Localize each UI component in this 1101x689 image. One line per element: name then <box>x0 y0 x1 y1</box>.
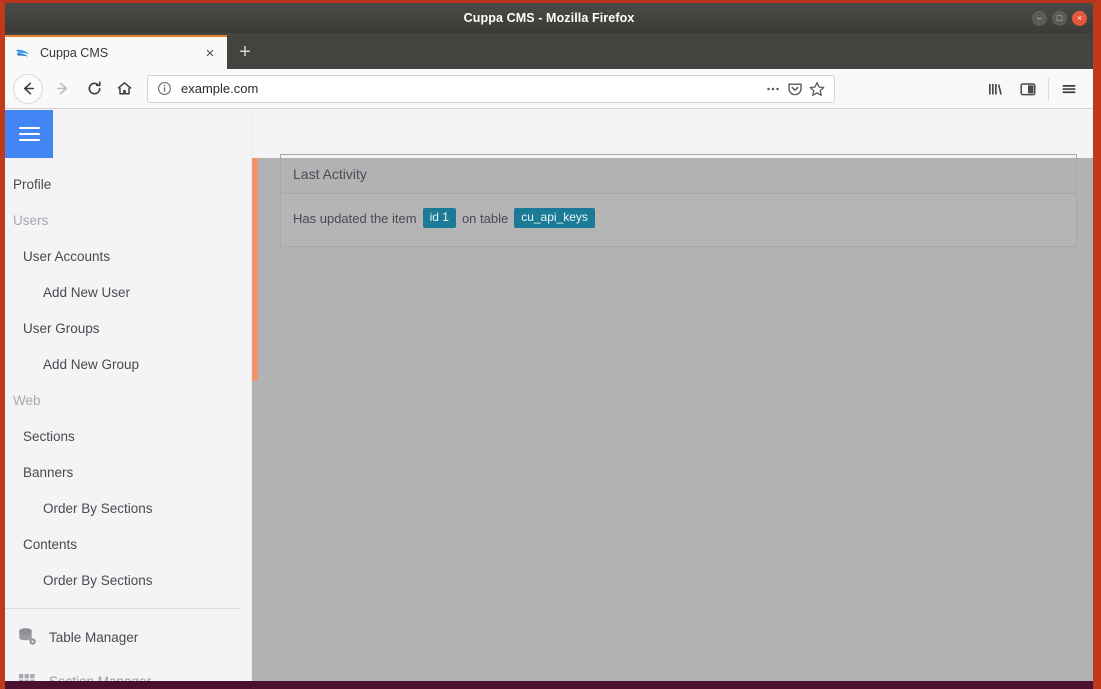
burger-line <box>18 127 40 129</box>
last-activity-panel: Last Activity Has updated the item id 1 … <box>280 154 1077 248</box>
sidebar-toggle-button[interactable] <box>5 110 53 158</box>
maximize-icon: □ <box>1056 12 1063 23</box>
page-actions-icon[interactable] <box>762 78 784 100</box>
tab-title: Cuppa CMS <box>40 46 109 60</box>
sidebar-item-banners[interactable]: Banners <box>5 454 251 490</box>
sidebar-item-contents-order-by-sections[interactable]: Order By Sections <box>5 562 251 598</box>
title-bar: Cuppa CMS - Mozilla Firefox – □ × <box>5 3 1093 33</box>
minimize-button[interactable]: – <box>1032 10 1047 26</box>
burger-line <box>18 139 40 141</box>
panel-title: Last Activity <box>281 155 1076 194</box>
sidebar-group-web: Web <box>13 392 41 408</box>
sidebar-item-user-groups[interactable]: User Groups <box>5 310 251 346</box>
sidebar-item-add-new-user[interactable]: Add New User <box>5 274 251 310</box>
tab-favicon-icon <box>15 45 31 61</box>
new-tab-button[interactable]: + <box>231 39 259 65</box>
reload-button[interactable] <box>79 74 109 104</box>
url-text[interactable]: example.com <box>181 81 762 96</box>
content-accent-bar <box>252 158 258 381</box>
sidebar-tool-label: Table Manager <box>49 629 139 645</box>
close-icon: × <box>1076 12 1083 23</box>
sidebar-item-table-manager[interactable]: Table Manager <box>5 615 251 659</box>
database-icon <box>15 625 39 649</box>
toolbar-divider <box>1048 77 1049 100</box>
sidebar-item-sections[interactable]: Sections <box>5 418 251 454</box>
forward-button[interactable] <box>47 74 77 104</box>
sidebar-group-users: Users <box>13 212 49 228</box>
app-sidebar: Profile Users User Accounts Add New User… <box>5 110 252 689</box>
app-menu-icon[interactable] <box>1053 74 1085 104</box>
window-controls: – □ × <box>1032 3 1087 33</box>
activity-text-middle: on table <box>461 210 509 226</box>
window-title: Cuppa CMS - Mozilla Firefox <box>463 11 635 25</box>
activity-text-before: Has updated the item <box>293 210 417 226</box>
activity-item-badge: id 1 <box>422 208 456 229</box>
tab-cuppa-cms[interactable]: Cuppa CMS × <box>5 35 227 69</box>
main-content: Last Activity Has updated the item id 1 … <box>252 110 1093 689</box>
navigation-toolbar: example.com <box>5 69 1093 109</box>
close-button[interactable]: × <box>1072 10 1087 26</box>
content-top-band <box>252 110 1093 158</box>
minimize-icon: – <box>1036 12 1042 23</box>
sidebar-nav-list: Profile Users User Accounts Add New User… <box>5 158 251 598</box>
tab-close-icon[interactable]: × <box>201 44 219 62</box>
desktop-bottom-strip <box>5 681 1093 689</box>
bookmark-star-icon[interactable] <box>806 78 828 100</box>
page-info-icon[interactable] <box>156 81 172 97</box>
sidebar-item-add-new-group[interactable]: Add New Group <box>5 346 251 382</box>
browser-window: Cuppa CMS - Mozilla Firefox – □ × Cuppa … <box>0 0 1101 689</box>
tab-strip: Cuppa CMS × + <box>5 33 1093 69</box>
toolbar-right-group <box>980 74 1085 104</box>
sidebar-item-profile[interactable]: Profile <box>5 166 251 202</box>
url-bar[interactable]: example.com <box>147 74 835 103</box>
activity-table-badge: cu_api_keys <box>514 208 595 229</box>
library-icon[interactable] <box>980 74 1012 104</box>
burger-line <box>18 133 40 135</box>
back-button[interactable] <box>13 73 43 104</box>
sidebar-item-user-accounts[interactable]: User Accounts <box>5 238 251 274</box>
maximize-button[interactable]: □ <box>1052 10 1067 26</box>
pocket-icon[interactable] <box>784 78 806 100</box>
home-button[interactable] <box>109 74 139 104</box>
sidebar-divider <box>5 608 241 609</box>
page-viewport: Profile Users User Accounts Add New User… <box>5 110 1093 689</box>
sidebar-item-banners-order-by-sections[interactable]: Order By Sections <box>5 490 251 526</box>
sidebar-item-contents[interactable]: Contents <box>5 526 251 562</box>
sidebar-toggle-icon[interactable] <box>1012 74 1044 104</box>
activity-row: Has updated the item id 1 on table cu_ap… <box>281 194 1076 247</box>
